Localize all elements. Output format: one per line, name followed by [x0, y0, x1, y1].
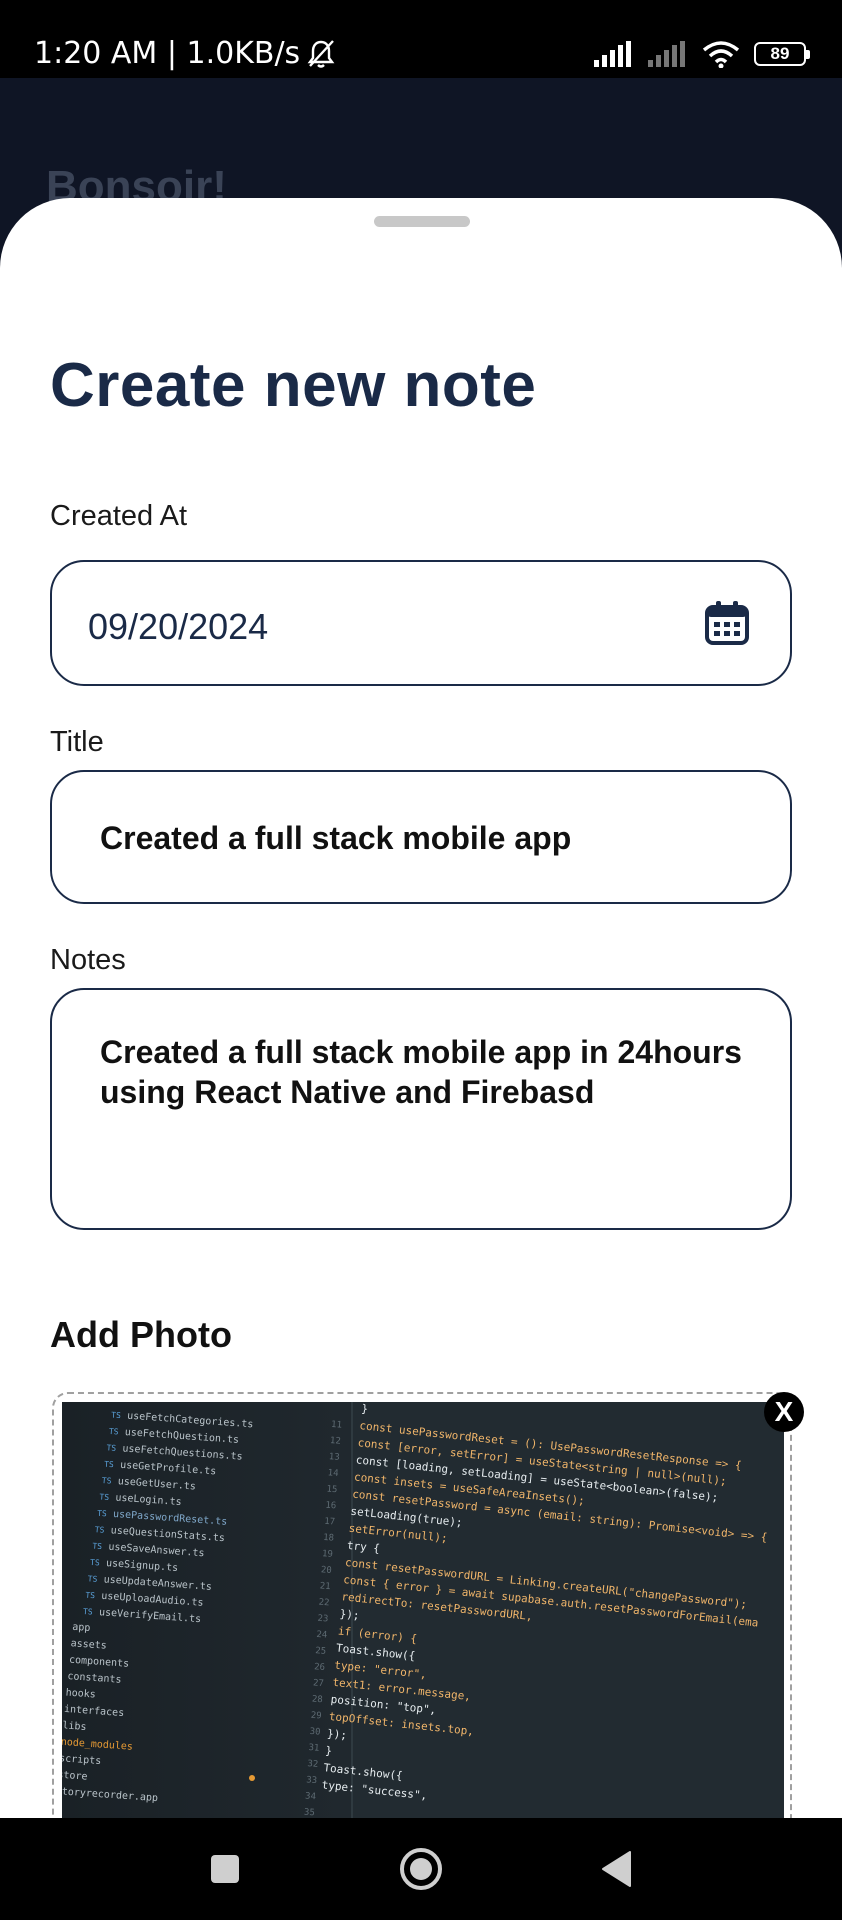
wifi-icon — [702, 41, 740, 68]
remove-photo-button[interactable]: X — [764, 1392, 804, 1432]
code-line: } — [361, 1402, 369, 1416]
sheet-drag-handle[interactable] — [374, 216, 470, 227]
code-file-icon: TS — [111, 1410, 121, 1420]
status-time-speed: 1:20 AM | 1.0KB/s — [34, 36, 301, 71]
recents-button[interactable] — [180, 1818, 270, 1920]
code-line: } — [325, 1744, 333, 1758]
created-at-field[interactable]: 09/20/2024 — [50, 560, 792, 686]
status-right: 89 — [594, 40, 810, 68]
back-triangle-icon — [602, 1851, 631, 1887]
code-line-number: 22 — [318, 1598, 330, 1609]
code-file-icon: TS — [85, 1591, 95, 1601]
calendar-icon[interactable] — [704, 600, 750, 646]
created-at-value: 09/20/2024 — [88, 606, 269, 647]
title-input-value: Created a full stack mobile app — [100, 820, 572, 856]
code-line-number: 24 — [316, 1630, 328, 1641]
code-file-icon: TS — [106, 1443, 116, 1453]
title-label: Title — [50, 726, 104, 758]
code-line-number: 28 — [312, 1695, 324, 1706]
created-at-label: Created At — [50, 500, 188, 532]
signal-weak-icon — [648, 41, 685, 67]
code-line-number: 21 — [319, 1581, 331, 1592]
home-button[interactable] — [376, 1818, 466, 1920]
code-line-number: 20 — [321, 1565, 333, 1576]
create-note-sheet: Create new note Created At 09/20/2024 Ti… — [0, 198, 842, 1818]
title-input[interactable]: Created a full stack mobile app — [50, 770, 792, 904]
code-file-name: hooks — [65, 1687, 96, 1700]
notes-textarea[interactable]: Created a full stack mobile app in 24hou… — [50, 988, 792, 1230]
code-line-number: 25 — [315, 1646, 327, 1657]
code-file-icon: TS — [97, 1509, 107, 1519]
notes-label: Notes — [50, 944, 126, 976]
code-line-number: 12 — [330, 1436, 342, 1447]
photo-preview: TS useFetchCategories.ts TS useFetchQuestio… — [62, 1402, 784, 1818]
navigation-bar — [0, 1818, 842, 1920]
code-line-number: 26 — [314, 1662, 326, 1673]
code-line-number: 27 — [313, 1678, 325, 1689]
home-circle-icon — [400, 1848, 442, 1890]
sheet-title: Create new note — [50, 351, 537, 420]
code-file-name: libs — [62, 1720, 87, 1733]
battery-indicator: 89 — [754, 42, 810, 66]
code-line-number: 30 — [309, 1727, 321, 1738]
code-line-number: 32 — [307, 1759, 319, 1770]
code-file-icon: TS — [87, 1574, 97, 1584]
code-file-icon: TS — [94, 1525, 104, 1535]
code-line-number: 13 — [328, 1452, 340, 1463]
code-screenshot-image: TS useFetchCategories.tsTS useFetchQuestio… — [62, 1402, 784, 1818]
notes-textarea-value: Created a full stack mobile app in 24hou… — [100, 1034, 742, 1110]
code-file-icon: TS — [92, 1541, 102, 1551]
code-file-icon: TS — [90, 1558, 100, 1568]
code-line-number: 23 — [317, 1614, 329, 1625]
code-line-number: 33 — [306, 1775, 318, 1786]
code-file-icon: TS — [83, 1607, 93, 1617]
code-file-icon: TS — [109, 1427, 119, 1437]
code-file-name: app — [72, 1622, 91, 1634]
photo-dropzone[interactable]: TS useFetchCategories.ts TS useFetchQuestio… — [52, 1392, 804, 1818]
code-line: }); — [326, 1727, 347, 1742]
code-line: }); — [339, 1607, 360, 1622]
code-line-number: 18 — [323, 1533, 335, 1544]
add-photo-label: Add Photo — [50, 1314, 232, 1355]
code-line-number: 34 — [305, 1792, 317, 1803]
code-line-number: 16 — [325, 1501, 337, 1512]
back-button[interactable] — [572, 1818, 662, 1920]
code-line-number: 14 — [327, 1468, 339, 1479]
status-left: 1:20 AM | 1.0KB/s — [34, 36, 336, 71]
code-line-number: 17 — [324, 1517, 336, 1528]
code-file-icon: TS — [99, 1492, 109, 1502]
code-line-number: 19 — [322, 1549, 334, 1560]
code-line-number: 31 — [308, 1743, 320, 1754]
code-line-number: 11 — [331, 1420, 343, 1431]
code-file-icon: TS — [102, 1476, 112, 1486]
bell-muted-icon — [307, 39, 335, 68]
code-line-number: 29 — [310, 1711, 322, 1722]
code-file-icon: TS — [104, 1460, 114, 1470]
signal-icon — [594, 41, 631, 67]
recents-square-icon — [211, 1855, 239, 1883]
code-file-name: store — [62, 1770, 88, 1783]
code-line-number: 35 — [304, 1808, 316, 1818]
code-line-number: 15 — [326, 1484, 338, 1495]
status-bar: 1:20 AM | 1.0KB/s 89 — [0, 0, 842, 78]
